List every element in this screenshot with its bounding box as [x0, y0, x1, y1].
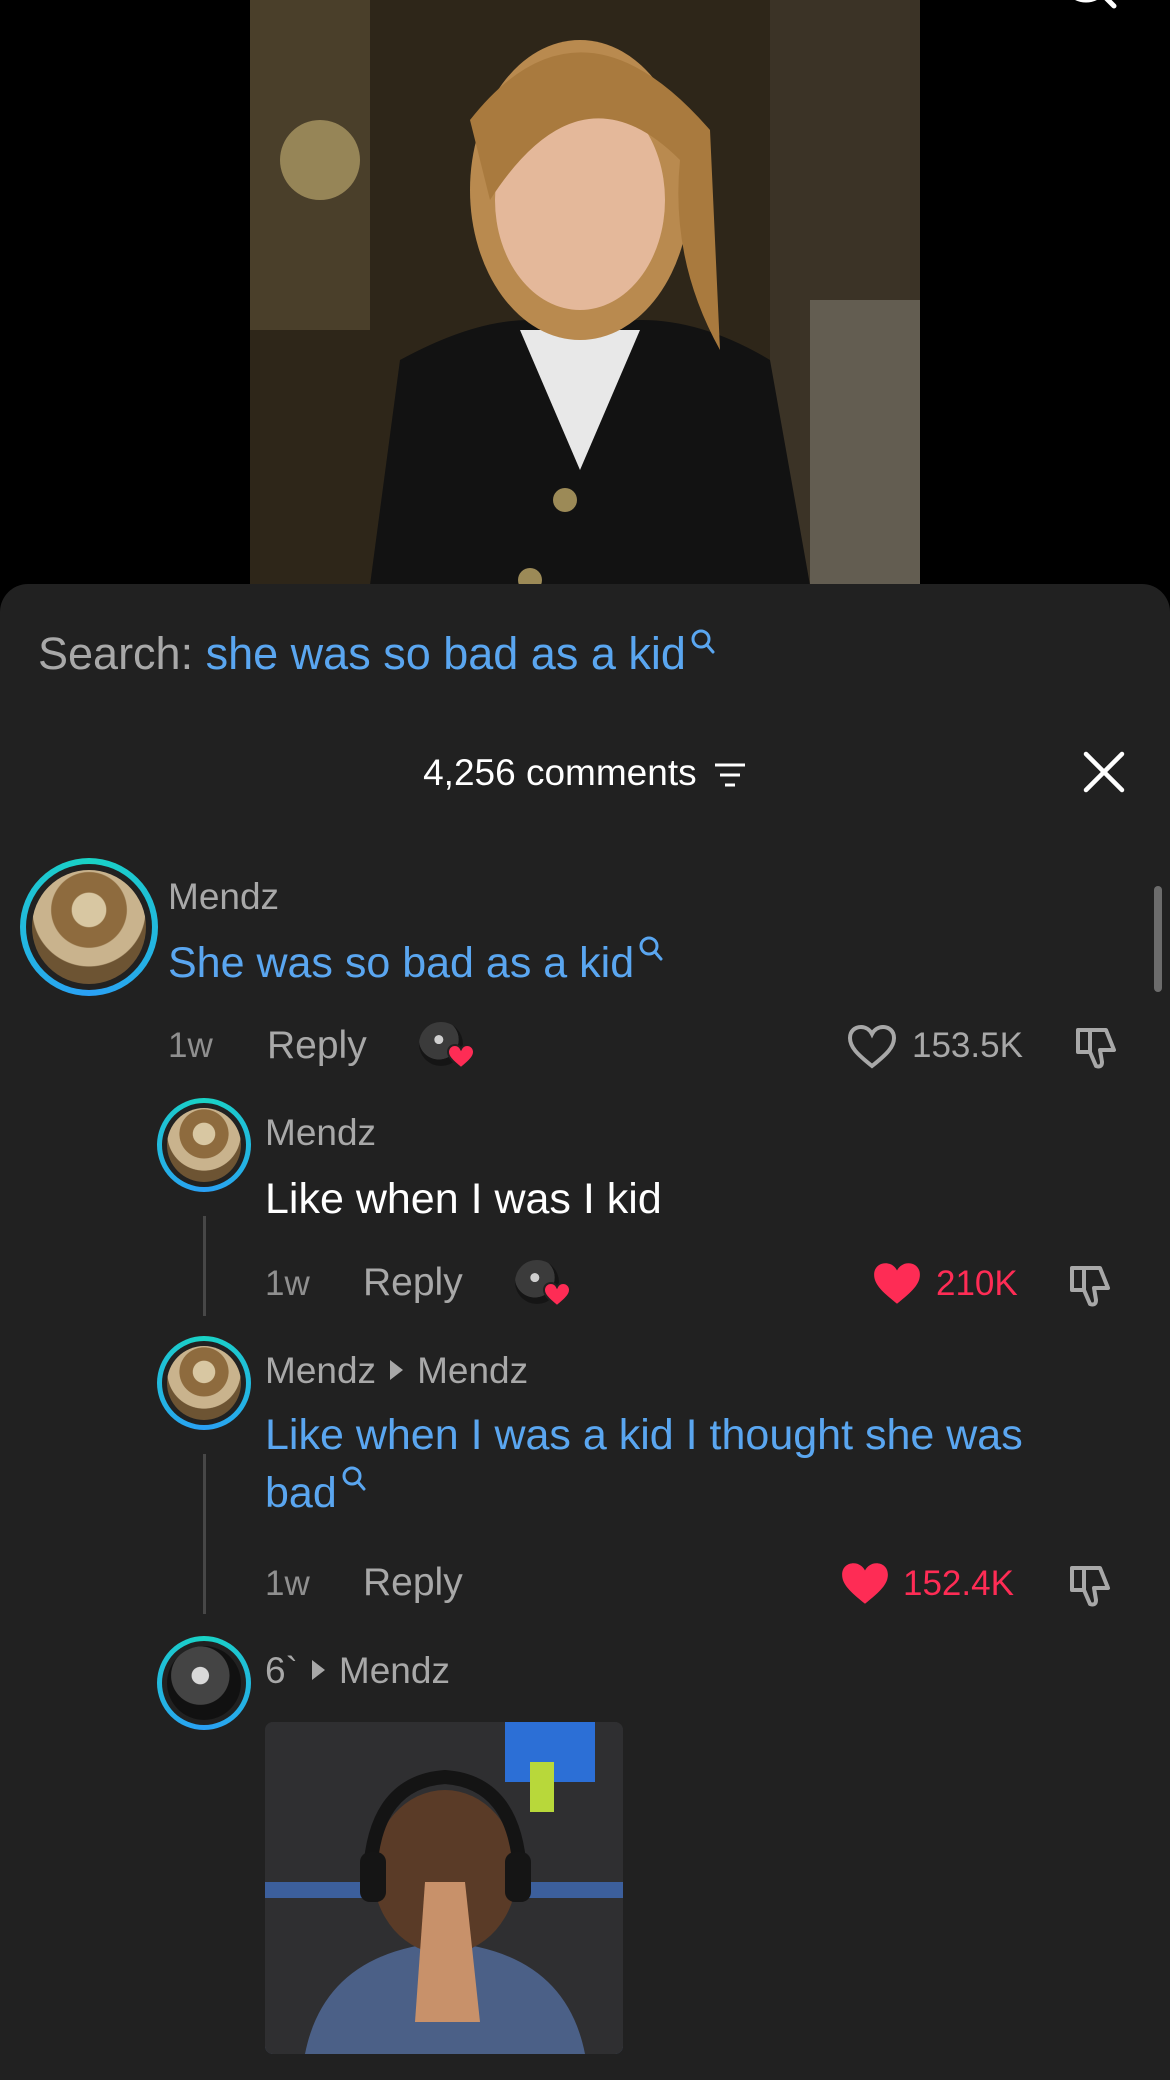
search-label: Search:: [38, 628, 194, 679]
comments-header: 4,256 comments: [0, 752, 1170, 794]
avatar[interactable]: [167, 1108, 241, 1182]
comment-text-line-2[interactable]: bad: [265, 1464, 1023, 1522]
dislike-icon[interactable]: [1066, 1560, 1116, 1610]
avatar[interactable]: [32, 870, 146, 984]
comment-text[interactable]: Like when I was a kid I thought she was …: [265, 1406, 1023, 1522]
sort-icon[interactable]: [713, 761, 747, 789]
like-heart-icon[interactable]: [871, 1260, 923, 1308]
reply-to-username[interactable]: Mendz: [417, 1350, 528, 1391]
comment-username[interactable]: Mendz: [168, 876, 279, 918]
reply-button[interactable]: Reply: [363, 1561, 463, 1605]
reply-button[interactable]: Reply: [267, 1024, 367, 1068]
comment-text[interactable]: She was so bad as a kid: [168, 934, 664, 992]
comment-text-content[interactable]: She was so bad as a kid: [168, 939, 634, 987]
search-bar[interactable]: Search: she was so bad as a kid: [38, 628, 716, 680]
thread-line: [203, 1216, 206, 1316]
search-icon: [639, 936, 663, 961]
like-count: 153.5K: [912, 1026, 1023, 1065]
search-icon: [342, 1466, 366, 1491]
reply-arrow-icon: [390, 1360, 404, 1381]
like-heart-icon[interactable]: [839, 1560, 891, 1608]
creator-liked-heart-icon: [447, 1044, 475, 1070]
comment-time: 1w: [265, 1264, 310, 1303]
dislike-icon[interactable]: [1072, 1022, 1122, 1072]
comment-username-row: 6` Mendz: [265, 1650, 450, 1692]
comment-count: 4,256 comments: [423, 752, 697, 793]
creator-liked-heart-icon: [543, 1282, 571, 1308]
avatar[interactable]: [167, 1646, 241, 1720]
gif-image: [265, 1722, 623, 2054]
like-heart-icon[interactable]: [847, 1024, 897, 1070]
search-icon: [691, 629, 715, 654]
comment-username[interactable]: Mendz: [265, 1112, 376, 1154]
comment-time: 1w: [168, 1026, 213, 1065]
search-query[interactable]: she was so bad as a kid: [206, 628, 686, 679]
comments-sheet: Search: she was so bad as a kid 4,256 co…: [0, 584, 1170, 2080]
video-thumbnail: [250, 0, 920, 585]
video-frame[interactable]: [250, 0, 920, 585]
avatar[interactable]: [167, 1346, 241, 1420]
comment-text-content[interactable]: bad: [265, 1469, 337, 1517]
like-count: 152.4K: [903, 1564, 1014, 1603]
reply-arrow-icon: [311, 1660, 325, 1681]
dislike-icon[interactable]: [1066, 1260, 1116, 1310]
comment-username[interactable]: 6`: [265, 1650, 298, 1691]
reply-to-username[interactable]: Mendz: [339, 1650, 450, 1691]
close-icon[interactable]: [1082, 750, 1126, 794]
comment-time: 1w: [265, 1564, 310, 1603]
comment-username[interactable]: Mendz: [265, 1350, 376, 1391]
reply-button[interactable]: Reply: [363, 1261, 463, 1305]
comment-gif[interactable]: [265, 1722, 623, 2054]
scrollbar[interactable]: [1154, 886, 1162, 992]
comment-text[interactable]: Like when I was I kid: [265, 1170, 662, 1228]
comment-username-row: Mendz Mendz: [265, 1350, 528, 1392]
top-search-icon[interactable]: [1058, 0, 1118, 14]
comment-text-line[interactable]: Like when I was a kid I thought she was: [265, 1406, 1023, 1464]
thread-line: [203, 1454, 206, 1614]
like-count: 210K: [936, 1264, 1018, 1303]
